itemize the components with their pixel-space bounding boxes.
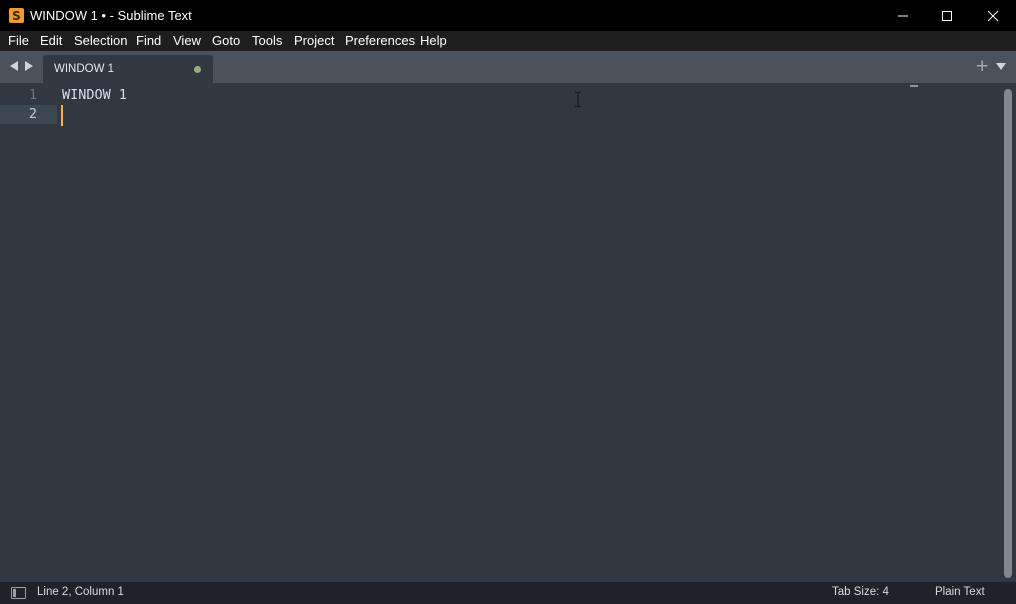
menu-file[interactable]: File — [8, 33, 29, 48]
maximize-button[interactable] — [924, 0, 970, 31]
menu-bar: File Edit Selection Find View Goto Tools… — [0, 31, 1016, 51]
tab-window-1[interactable]: WINDOW 1 — [43, 55, 213, 83]
menu-help[interactable]: Help — [420, 33, 447, 48]
window-title: WINDOW 1 • - Sublime Text — [30, 8, 192, 23]
status-bar: Line 2, Column 1 Tab Size: 4 Plain Text — [0, 582, 1016, 604]
toggle-panel-icon[interactable] — [11, 587, 26, 599]
text-caret — [61, 105, 63, 126]
minimize-button[interactable] — [880, 0, 926, 31]
tab-size-selector[interactable]: Tab Size: 4 — [832, 586, 889, 598]
editor-area[interactable]: 1 2 WINDOW 1 — [0, 83, 1016, 582]
new-tab-button[interactable]: + — [975, 56, 989, 76]
chevron-right-icon[interactable] — [25, 61, 33, 71]
text-cursor-icon — [575, 91, 581, 108]
cursor-position[interactable]: Line 2, Column 1 — [37, 586, 124, 598]
vertical-scrollbar[interactable] — [1004, 89, 1012, 578]
unsaved-dot-icon[interactable] — [194, 66, 201, 73]
menu-view[interactable]: View — [173, 33, 201, 48]
caret-down-icon[interactable] — [996, 63, 1006, 70]
menu-find[interactable]: Find — [136, 33, 161, 48]
line-number-current: 2 — [0, 105, 57, 124]
tab-label: WINDOW 1 — [54, 63, 115, 75]
menu-goto[interactable]: Goto — [212, 33, 240, 48]
sublime-text-logo-icon: S — [9, 8, 24, 23]
menu-project[interactable]: Project — [294, 33, 334, 48]
menu-selection[interactable]: Selection — [74, 33, 127, 48]
app-icon-glyph: S — [12, 8, 21, 23]
close-button[interactable] — [970, 0, 1016, 31]
title-bar: S WINDOW 1 • - Sublime Text — [0, 0, 1016, 31]
menu-tools[interactable]: Tools — [252, 33, 282, 48]
menu-edit[interactable]: Edit — [40, 33, 62, 48]
code-line[interactable]: WINDOW 1 — [62, 86, 127, 105]
syntax-selector[interactable]: Plain Text — [935, 586, 985, 598]
minimize-icon — [898, 15, 908, 16]
tab-bar: WINDOW 1 + — [0, 51, 1016, 83]
minimap-viewport[interactable] — [910, 85, 918, 87]
close-icon — [987, 10, 999, 21]
line-number: 1 — [28, 87, 37, 103]
menu-preferences[interactable]: Preferences — [345, 33, 415, 48]
chevron-left-icon[interactable] — [10, 61, 18, 71]
maximize-icon — [942, 10, 952, 21]
